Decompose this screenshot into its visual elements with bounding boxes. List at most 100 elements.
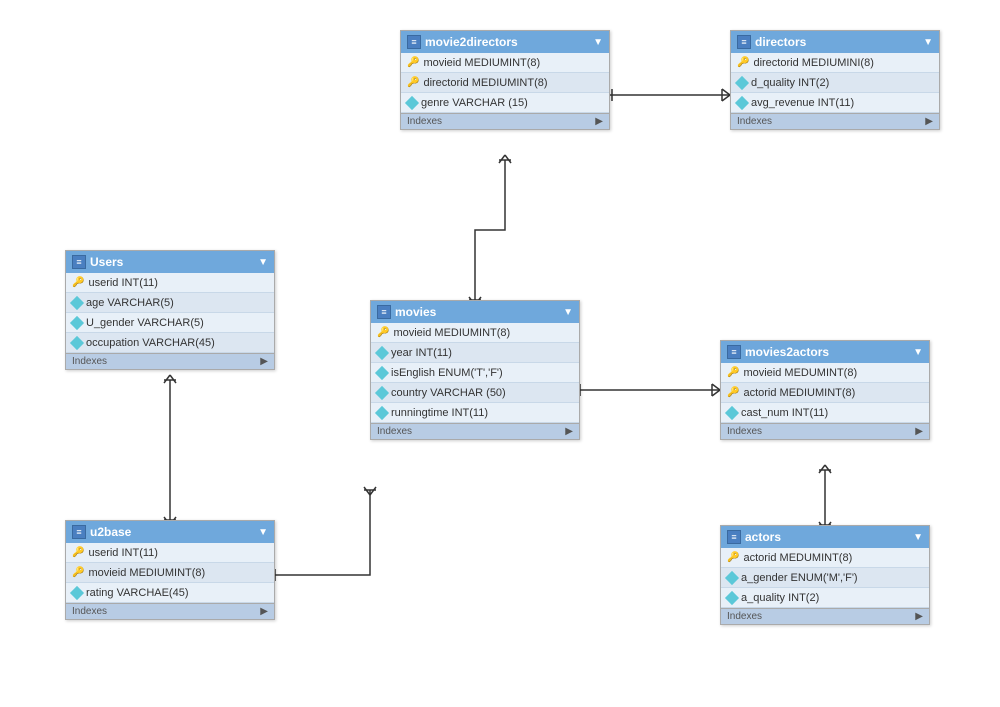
field-row-directors-0: 🔑directorid MEDIUMINI(8) <box>731 53 939 73</box>
table-movie2directors: ≡ movie2directors ▼ 🔑 movieid MEDIUMINT(8… <box>400 30 610 130</box>
dropdown-arrow-movies[interactable]: ▼ <box>563 307 573 318</box>
dropdown-arrow-movie2directors[interactable]: ▼ <box>593 37 603 48</box>
table-name-users: Users <box>90 255 123 269</box>
table-name-movies: movies <box>395 305 436 319</box>
diamond-icon <box>375 385 389 399</box>
field-text-movie2directors-2: genre VARCHAR (15) <box>421 97 528 109</box>
indexes-row-movies2actors[interactable]: Indexes ▶ <box>721 423 929 439</box>
table-directors: ≡ directors ▼ 🔑directorid MEDIUMINI(8) d_… <box>730 30 940 130</box>
field-text-movies-2: isEnglish ENUM('T','F') <box>391 367 503 379</box>
field-text-movies2actors-0: movieid MEDUMINT(8) <box>743 367 857 379</box>
table-header-movies2actors[interactable]: ≡ movies2actors ▼ <box>721 341 929 363</box>
field-text-u2base-1: movieid MEDIUMINT(8) <box>88 567 205 579</box>
field-text-movie2directors-1: directorid MEDIUMINT(8) <box>423 77 547 89</box>
field-text-movies-4: runningtime INT(11) <box>391 407 488 419</box>
dropdown-arrow-actors[interactable]: ▼ <box>913 532 923 543</box>
field-row-directors-2: avg_revenue INT(11) <box>731 93 939 113</box>
diamond-icon <box>70 295 84 309</box>
field-text-movies2actors-1: actorid MEDIUMINT(8) <box>743 387 855 399</box>
indexes-row-movie2directors[interactable]: Indexes ▶ <box>401 113 609 129</box>
field-text-movies-3: country VARCHAR (50) <box>391 387 506 399</box>
indexes-arrow-users: ▶ <box>260 356 268 367</box>
key-icon: 🔑 <box>407 57 419 68</box>
indexes-row-u2base[interactable]: Indexes ▶ <box>66 603 274 619</box>
table-name-u2base: u2base <box>90 525 131 539</box>
indexes-label-users: Indexes <box>72 356 107 367</box>
field-row-movies-2: isEnglish ENUM('T','F') <box>371 363 579 383</box>
field-row-u2base-0: 🔑userid INT(11) <box>66 543 274 563</box>
field-text-movies-1: year INT(11) <box>391 347 452 359</box>
erd-canvas: ≡ movie2directors ▼ 🔑 movieid MEDIUMINT(8… <box>0 0 1000 707</box>
key-icon: 🔑 <box>377 327 389 338</box>
field-text-u2base-2: rating VARCHAE(45) <box>86 587 189 599</box>
diamond-icon <box>375 365 389 379</box>
key-icon: 🔑 <box>407 77 419 88</box>
diamond-icon <box>405 95 419 109</box>
table-name-directors: directors <box>755 35 806 49</box>
field-row-movies-0: 🔑 movieid MEDIUMINT(8) <box>371 323 579 343</box>
table-header-u2base[interactable]: ≡ u2base ▼ <box>66 521 274 543</box>
indexes-label-u2base: Indexes <box>72 606 107 617</box>
indexes-row-actors[interactable]: Indexes ▶ <box>721 608 929 624</box>
field-row-users-0: 🔑userid INT(11) <box>66 273 274 293</box>
dropdown-arrow-directors[interactable]: ▼ <box>923 37 933 48</box>
diamond-icon <box>375 405 389 419</box>
dropdown-arrow-movies2actors[interactable]: ▼ <box>913 347 923 358</box>
dropdown-arrow-users[interactable]: ▼ <box>258 257 268 268</box>
table-header-movie2directors[interactable]: ≡ movie2directors ▼ <box>401 31 609 53</box>
field-row-actors-1: a_gender ENUM('M','F') <box>721 568 929 588</box>
indexes-label-movies: Indexes <box>377 426 412 437</box>
diamond-icon <box>735 95 749 109</box>
table-icon: ≡ <box>737 35 751 49</box>
field-row-users-1: age VARCHAR(5) <box>66 293 274 313</box>
field-text-movie2directors-0: movieid MEDIUMINT(8) <box>423 57 540 69</box>
field-row-users-3: occupation VARCHAR(45) <box>66 333 274 353</box>
indexes-arrow-movies: ▶ <box>565 426 573 437</box>
table-name-actors: actors <box>745 530 781 544</box>
field-row-movie2directors-0: 🔑 movieid MEDIUMINT(8) <box>401 53 609 73</box>
diamond-icon <box>70 585 84 599</box>
field-row-movies2actors-0: 🔑movieid MEDUMINT(8) <box>721 363 929 383</box>
indexes-arrow-directors: ▶ <box>925 116 933 127</box>
table-name-movies2actors: movies2actors <box>745 345 829 359</box>
table-icon: ≡ <box>727 345 741 359</box>
field-row-movies2actors-2: cast_num INT(11) <box>721 403 929 423</box>
field-row-actors-2: a_quality INT(2) <box>721 588 929 608</box>
indexes-arrow-movies2actors: ▶ <box>915 426 923 437</box>
field-row-movies-1: year INT(11) <box>371 343 579 363</box>
table-u2base: ≡ u2base ▼ 🔑userid INT(11)🔑movieid MEDIU… <box>65 520 275 620</box>
table-icon: ≡ <box>407 35 421 49</box>
table-icon: ≡ <box>72 255 86 269</box>
indexes-row-directors[interactable]: Indexes ▶ <box>731 113 939 129</box>
indexes-row-movies[interactable]: Indexes ▶ <box>371 423 579 439</box>
indexes-label-directors: Indexes <box>737 116 772 127</box>
field-text-actors-1: a_gender ENUM('M','F') <box>741 572 858 584</box>
indexes-arrow-actors: ▶ <box>915 611 923 622</box>
key-icon: 🔑 <box>727 387 739 398</box>
field-text-users-2: U_gender VARCHAR(5) <box>86 317 204 329</box>
field-text-users-3: occupation VARCHAR(45) <box>86 337 215 349</box>
key-icon: 🔑 <box>72 567 84 578</box>
table-header-actors[interactable]: ≡ actors ▼ <box>721 526 929 548</box>
diamond-icon <box>375 345 389 359</box>
table-header-users[interactable]: ≡ Users ▼ <box>66 251 274 273</box>
field-row-u2base-2: rating VARCHAE(45) <box>66 583 274 603</box>
table-header-movies[interactable]: ≡ movies ▼ <box>371 301 579 323</box>
field-text-actors-0: actorid MEDUMINT(8) <box>743 552 852 564</box>
table-users: ≡ Users ▼ 🔑userid INT(11)age VARCHAR(5) U… <box>65 250 275 370</box>
table-movies2actors: ≡ movies2actors ▼ 🔑movieid MEDUMINT(8) 🔑 a… <box>720 340 930 440</box>
key-icon: 🔑 <box>72 547 84 558</box>
field-text-movies-0: movieid MEDIUMINT(8) <box>393 327 510 339</box>
field-row-movie2directors-2: genre VARCHAR (15) <box>401 93 609 113</box>
table-header-directors[interactable]: ≡ directors ▼ <box>731 31 939 53</box>
field-text-actors-2: a_quality INT(2) <box>741 592 819 604</box>
table-actors: ≡ actors ▼ 🔑 actorid MEDUMINT(8) a_gender … <box>720 525 930 625</box>
dropdown-arrow-u2base[interactable]: ▼ <box>258 527 268 538</box>
diamond-icon <box>725 590 739 604</box>
indexes-row-users[interactable]: Indexes ▶ <box>66 353 274 369</box>
key-icon: 🔑 <box>727 552 739 563</box>
field-text-directors-1: d_quality INT(2) <box>751 77 829 89</box>
field-row-movies-3: country VARCHAR (50) <box>371 383 579 403</box>
field-row-u2base-1: 🔑 movieid MEDIUMINT(8) <box>66 563 274 583</box>
table-icon: ≡ <box>727 530 741 544</box>
